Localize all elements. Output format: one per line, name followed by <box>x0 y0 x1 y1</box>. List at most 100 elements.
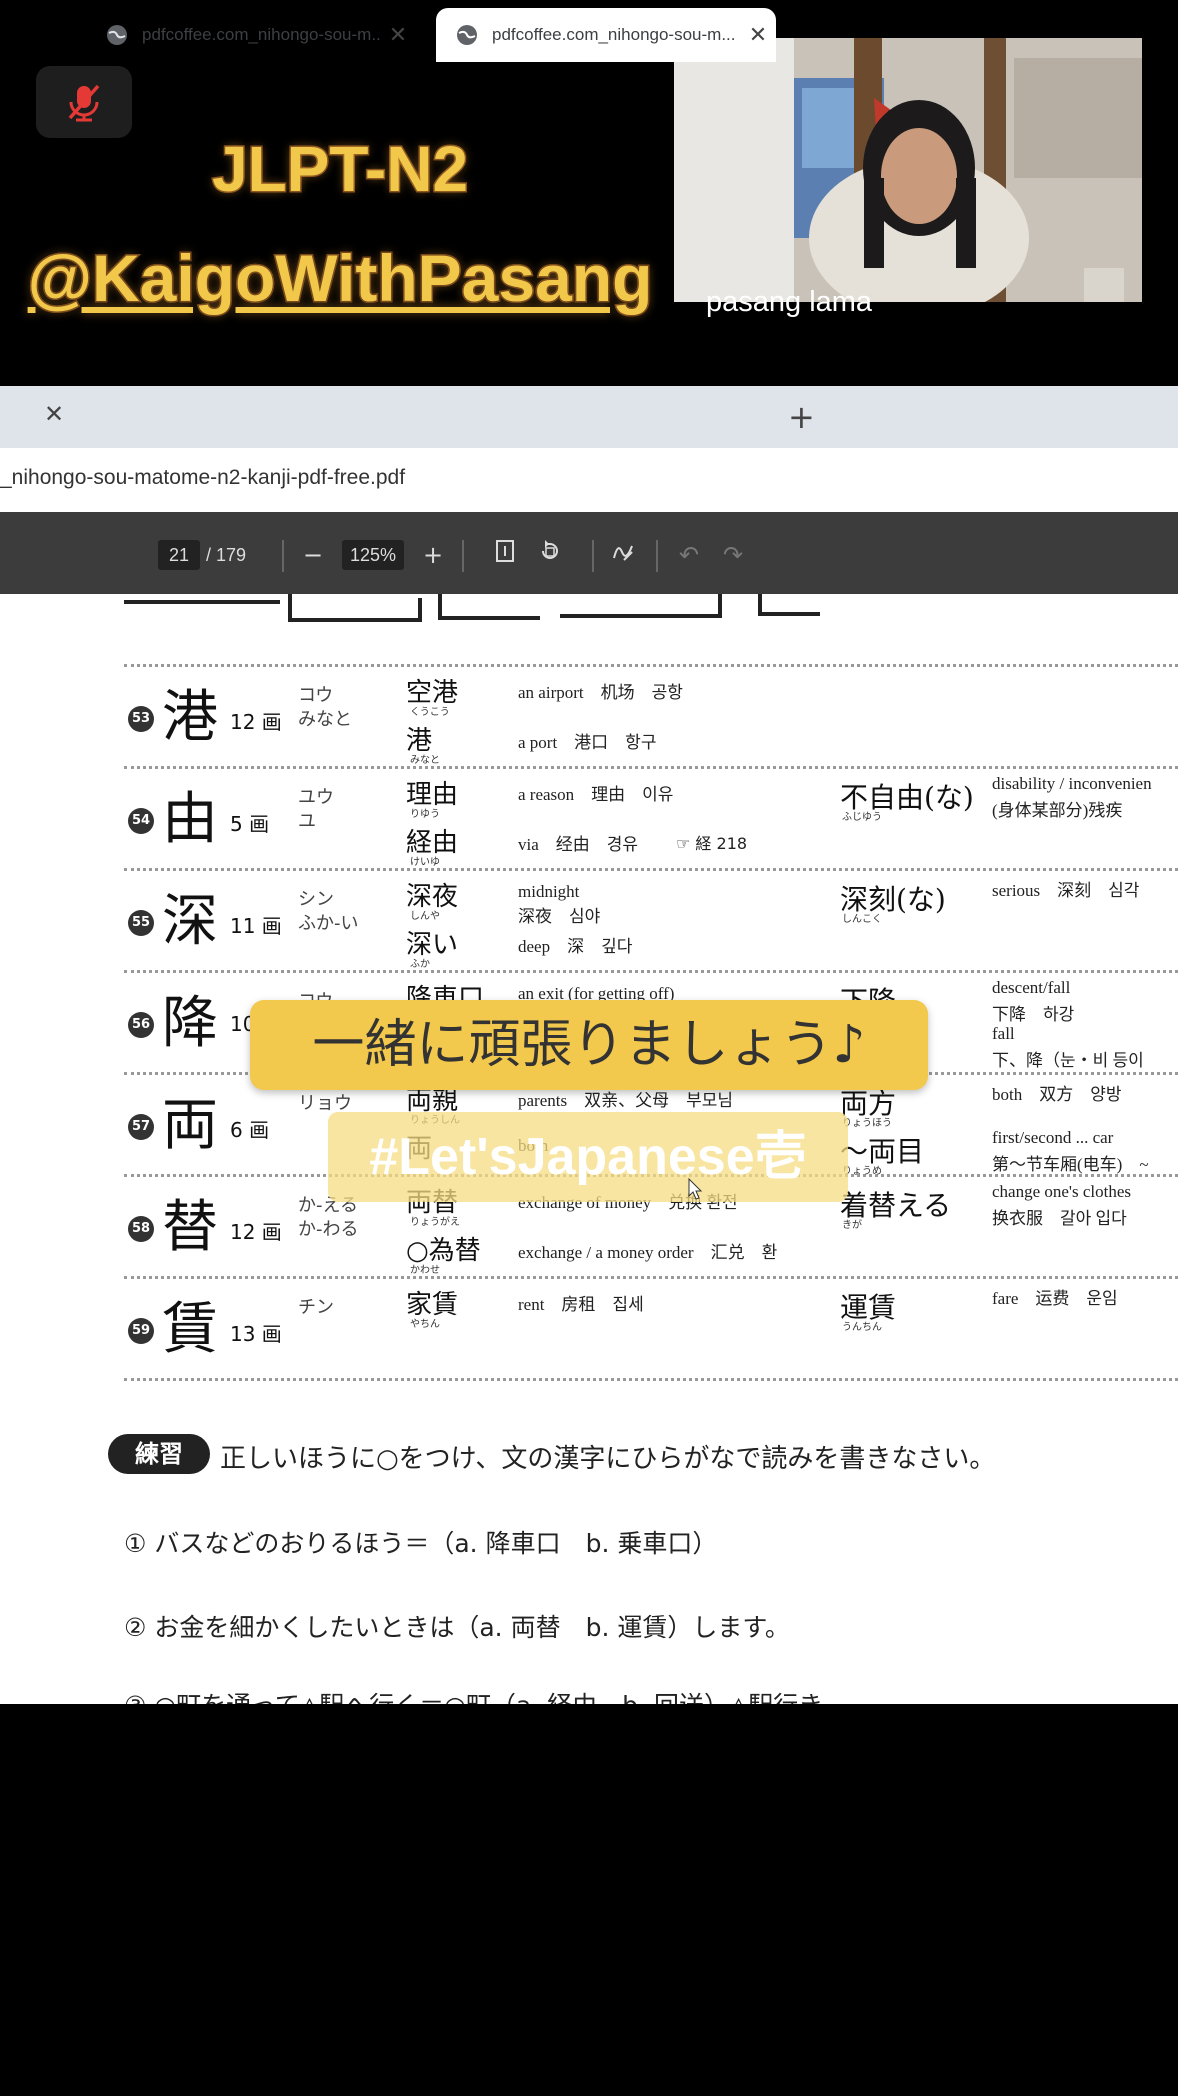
entry-kanji: 両 <box>162 1093 218 1158</box>
vocab-meaning: both 双方 양방 <box>992 1085 1122 1104</box>
vocab-meaning: first/second ... car <box>992 1128 1114 1147</box>
entry-kanji: 由 <box>162 787 218 852</box>
exercise-instruction: 正しいほうに○をつけ、文の漢字にひらがなで読みを書きなさい。 <box>220 1444 996 1474</box>
entry-number: 53 <box>128 706 154 732</box>
vocab-furigana: しんこく <box>842 914 882 925</box>
vocab-meaning: fall <box>992 1024 1015 1043</box>
hashtag-sticker: #Let'sJapanese壱 <box>328 1112 848 1202</box>
vocab-furigana: りょうほう <box>842 1118 892 1129</box>
stroke-count: 5 画 <box>230 812 270 836</box>
page-number-input[interactable]: 21 <box>158 540 200 570</box>
close-icon[interactable]: ✕ <box>44 400 64 428</box>
toolbar-divider <box>592 540 594 572</box>
vocab-furigana: りょうめ <box>842 1166 882 1177</box>
browser-tab[interactable]: pdfcoffee.com_nihongo-sou-m... ✕ <box>86 8 416 62</box>
stroke-count: 12 画 <box>230 710 282 734</box>
globe-icon <box>457 25 477 45</box>
kanji-reading: シン ふか-い <box>298 889 359 934</box>
stroke-count: 11 画 <box>230 914 282 938</box>
participant-name: pasang lama <box>706 286 873 318</box>
tab-title: pdfcoffee.com_nihongo-sou-m... <box>142 25 380 44</box>
entry-kanji: 降 <box>162 991 218 1056</box>
kanji-reading: チン <box>298 1297 334 1318</box>
brand-handle: @KaigoWithPasang <box>26 240 654 317</box>
zoom-out-button[interactable]: − <box>296 538 330 572</box>
vocab-meaning: disability / inconvenien <box>992 774 1152 793</box>
toolbar-divider <box>282 540 284 572</box>
participant-video <box>674 38 1142 302</box>
row-separator <box>124 664 1178 667</box>
exercise-item: ② お金を細かくしたいときは（a. 両替 b. 運賃）します。 <box>124 1613 790 1642</box>
entry-kanji: 深 <box>162 889 218 954</box>
vocab-furigana: けいゆ <box>410 857 440 868</box>
vocab-furigana: りょうがえ <box>410 1217 460 1228</box>
page-total: / 179 <box>206 545 247 565</box>
row-separator <box>124 868 1178 871</box>
vocab-furigana: ふか <box>410 959 430 970</box>
redo-icon[interactable]: ↷ <box>716 538 750 572</box>
entry-number: 56 <box>128 1012 154 1038</box>
fit-page-icon[interactable] <box>488 538 522 572</box>
vocab-meaning: fare 运费 운임 <box>992 1289 1118 1308</box>
vocab-furigana: やちん <box>410 1319 440 1330</box>
entry-number: 54 <box>128 808 154 834</box>
toolbar-divider <box>656 540 658 572</box>
new-tab-button[interactable]: + <box>788 398 815 436</box>
vocab-furigana: きが <box>842 1220 862 1231</box>
vocab-meaning: 下降 하강 <box>992 1005 1075 1024</box>
entry-number: 59 <box>128 1318 154 1344</box>
cursor-icon <box>688 1178 703 1200</box>
vocab-meaning: deep 深 깊다 <box>518 937 633 956</box>
vocab-meaning: (身体某部分)残疾 <box>992 801 1123 820</box>
draw-icon[interactable] <box>606 538 640 572</box>
tab-title: pdfcoffee.com_nihongo-sou-m... <box>492 25 736 44</box>
vocab-meaning: an airport 机场 공항 <box>518 683 683 702</box>
vocab-meaning: 换衣服 갈아 입다 <box>992 1209 1127 1228</box>
zoom-input[interactable]: 125% <box>342 540 404 570</box>
globe-icon <box>107 25 127 45</box>
entry-number: 55 <box>128 910 154 936</box>
vocab-meaning: exchange / a money order 汇兑 환 <box>518 1243 778 1262</box>
entry-kanji: 港 <box>162 685 218 750</box>
vocab-meaning: a port 港口 항구 <box>518 733 657 752</box>
cheer-sticker: 一緒に頑張りましょう♪ <box>250 1000 928 1090</box>
vocab-furigana: うんちん <box>842 1322 882 1333</box>
page-header-art <box>124 594 820 622</box>
tab-bar <box>0 386 1178 448</box>
mic-muted-icon <box>68 84 100 122</box>
undo-icon[interactable]: ↶ <box>672 538 706 572</box>
vocab-furigana: ふじゆう <box>842 812 882 823</box>
rotate-icon[interactable] <box>533 538 567 572</box>
zoom-in-button[interactable]: + <box>416 538 450 572</box>
vocab-meaning: 第～节车厢(电车) ~ <box>992 1155 1149 1174</box>
stroke-count: 13 画 <box>230 1322 282 1346</box>
entry-kanji: 替 <box>162 1195 218 1260</box>
vocab-meaning: descent/fall <box>992 978 1071 997</box>
close-icon[interactable]: ✕ <box>740 22 776 48</box>
row-separator <box>124 1276 1178 1279</box>
toolbar-divider <box>462 540 464 572</box>
vocab-furigana: くうこう <box>410 707 450 718</box>
entry-kanji: 賃 <box>162 1297 218 1362</box>
browser-tab-active[interactable]: pdfcoffee.com_nihongo-sou-m... ✕ <box>436 8 776 62</box>
kanji-reading: ユウ ユ <box>298 787 334 832</box>
vocab-meaning: midnight <box>518 882 580 901</box>
vocab-meaning: 深夜 심야 <box>518 907 601 926</box>
mic-muted-button[interactable] <box>36 66 132 138</box>
vocab-meaning: serious 深刻 심각 <box>992 881 1140 900</box>
row-separator <box>124 1378 1178 1381</box>
stroke-count: 12 画 <box>230 1220 282 1244</box>
close-icon[interactable]: ✕ <box>380 22 416 48</box>
address-text[interactable]: _nihongo-sou-matome-n2-kanji-pdf-free.pd… <box>0 466 405 490</box>
vocab-furigana: りゆう <box>410 809 440 820</box>
kanji-reading: コウ みなと <box>298 685 352 730</box>
row-separator <box>124 970 1178 973</box>
entry-number: 58 <box>128 1216 154 1242</box>
vocab-meaning: rent 房租 집세 <box>518 1295 644 1314</box>
vocab-meaning: 下、降（눈・비 등이 <box>992 1051 1144 1070</box>
exercise-item: ① バスなどのおりるほう＝（a. 降車口 b. 乗車口） <box>124 1529 718 1558</box>
vocab-furigana: しんや <box>410 911 440 922</box>
vocab-furigana: みなと <box>410 755 440 766</box>
video-frame-image <box>674 38 1142 302</box>
exercise-label: 練習 <box>108 1434 210 1474</box>
